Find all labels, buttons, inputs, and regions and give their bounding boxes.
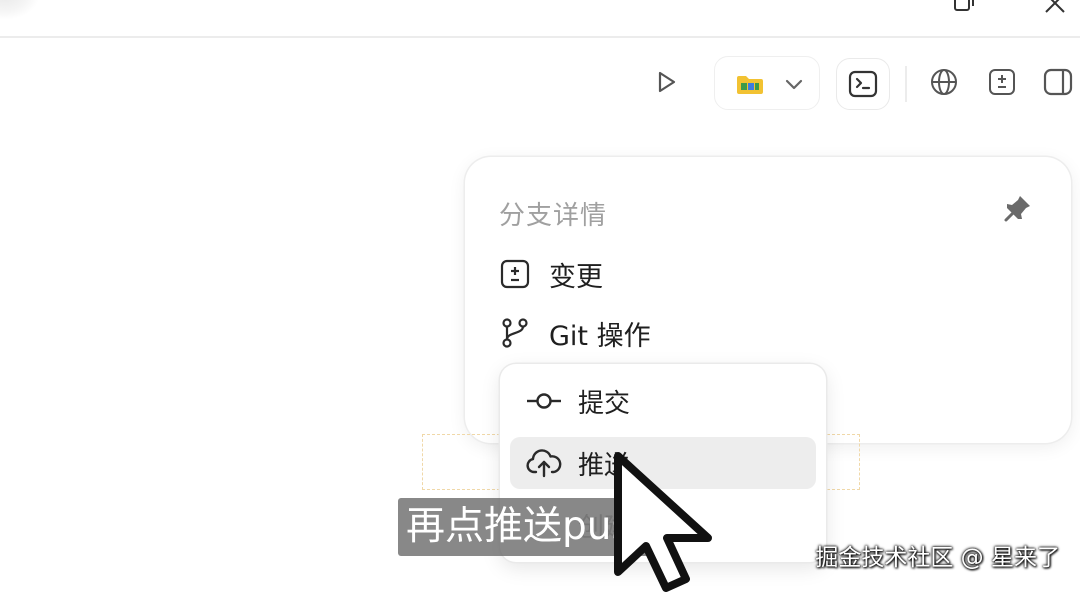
menu-item-label: 提交 — [578, 388, 631, 419]
mouse-cursor-icon — [614, 452, 712, 592]
panel-item-git-operations[interactable]: Git 操作 — [499, 313, 651, 353]
close-icon[interactable] — [1040, 0, 1068, 16]
panel-item-label: Git 操作 — [549, 320, 651, 352]
toolbar-divider — [905, 66, 907, 102]
menu-item-commit[interactable]: 提交 — [510, 375, 816, 427]
diff-icon[interactable] — [986, 66, 1018, 98]
folder-selector[interactable] — [714, 56, 820, 110]
terminal-icon — [848, 70, 878, 98]
panel-item-label: 变更 — [549, 261, 603, 293]
terminal-button[interactable] — [836, 58, 890, 110]
chevron-down-icon — [785, 79, 803, 90]
folder-icon — [737, 76, 763, 94]
restore-icon[interactable] — [950, 0, 978, 16]
sidebar-panel-icon[interactable] — [1042, 66, 1074, 98]
minimize-icon[interactable] — [858, 0, 886, 16]
toolbar — [0, 52, 1080, 116]
panel-item-changes[interactable]: 变更 — [499, 254, 603, 294]
git-branch-icon — [499, 317, 531, 349]
pin-icon[interactable] — [1003, 193, 1033, 223]
commit-icon — [524, 385, 564, 417]
window-corner-decoration — [0, 0, 40, 20]
title-bar — [0, 0, 1080, 38]
cloud-upload-icon — [524, 447, 564, 479]
panel-title: 分支详情 — [499, 201, 608, 231]
globe-icon[interactable] — [928, 66, 960, 98]
watermark: 掘金技术社区 @ 星来了 — [815, 545, 1060, 571]
diff-icon — [499, 258, 531, 290]
play-icon[interactable] — [650, 66, 682, 98]
